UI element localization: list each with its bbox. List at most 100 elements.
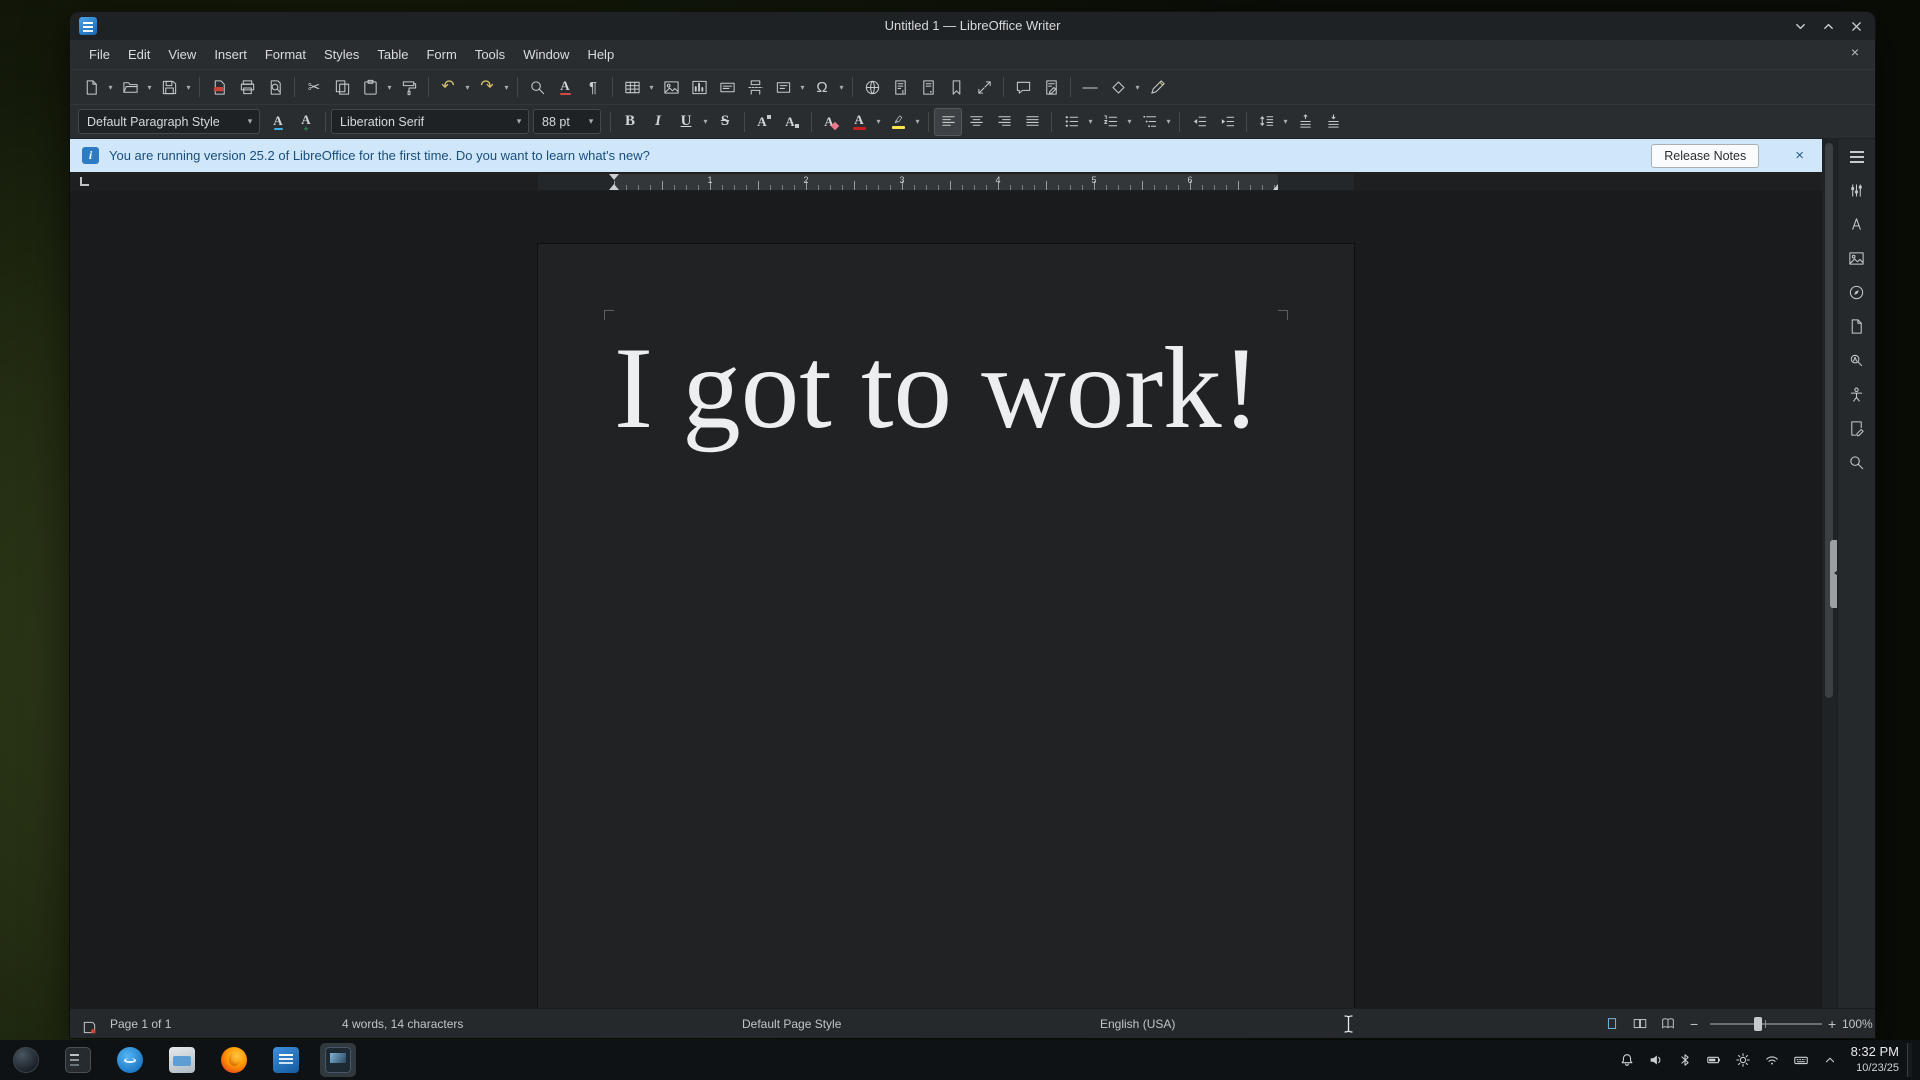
tab-stop-selector-icon[interactable]: [80, 177, 89, 186]
paste-button[interactable]: ▾: [356, 73, 395, 101]
multi-page-view-button[interactable]: [1628, 1013, 1652, 1035]
maximize-button[interactable]: [1815, 14, 1841, 38]
document-page[interactable]: I got to work!: [538, 244, 1354, 1008]
italic-button[interactable]: I: [644, 108, 672, 136]
book-view-button[interactable]: [1656, 1013, 1680, 1035]
sidebar-gallery-button[interactable]: [1842, 244, 1872, 273]
strikethrough-button[interactable]: S: [711, 108, 739, 136]
dropdown-arrow-icon[interactable]: ▾: [501, 73, 512, 101]
justify-button[interactable]: [1018, 108, 1046, 136]
brightness-tray-button[interactable]: [1732, 1049, 1754, 1071]
insert-footnote-button[interactable]: [886, 73, 914, 101]
increase-indent-button[interactable]: [1213, 108, 1241, 136]
status-word-count[interactable]: 4 words, 14 characters: [342, 1009, 463, 1038]
cut-button[interactable]: ✂: [300, 73, 328, 101]
subscript-button[interactable]: A: [778, 108, 806, 136]
copy-button[interactable]: [328, 73, 356, 101]
menu-edit[interactable]: Edit: [119, 43, 159, 66]
sidebar-navigator-button[interactable]: [1842, 278, 1872, 307]
titlebar[interactable]: Untitled 1 — LibreOffice Writer: [70, 12, 1875, 40]
status-page-number[interactable]: Page 1 of 1: [110, 1009, 171, 1038]
dropdown-arrow-icon[interactable]: ▾: [384, 73, 395, 101]
sidebar-accessibility-button[interactable]: [1842, 380, 1872, 409]
right-indent-marker[interactable]: [1273, 179, 1283, 190]
print-preview-button[interactable]: [261, 73, 289, 101]
show-draw-functions-button[interactable]: [1143, 73, 1171, 101]
volume-tray-button[interactable]: [1645, 1049, 1667, 1071]
dropdown-arrow-icon[interactable]: ▾: [646, 73, 657, 101]
dropdown-arrow-icon[interactable]: ▾: [462, 73, 473, 101]
dropdown-arrow-icon[interactable]: ▾: [582, 116, 600, 127]
menu-form[interactable]: Form: [417, 43, 465, 66]
sidebar-properties-button[interactable]: [1842, 176, 1872, 205]
new-style-button[interactable]: A+: [292, 108, 320, 136]
network-tray-button[interactable]: [1761, 1049, 1783, 1071]
align-left-button[interactable]: [934, 108, 962, 136]
menu-format[interactable]: Format: [256, 43, 315, 66]
taskbar-firefox-button[interactable]: [216, 1043, 252, 1077]
find-replace-button[interactable]: [523, 73, 551, 101]
vertical-scrollbar[interactable]: [1822, 139, 1837, 1008]
decrease-indent-button[interactable]: [1185, 108, 1213, 136]
dropdown-arrow-icon[interactable]: ▾: [1085, 108, 1096, 136]
font-size-select[interactable]: 88 pt▾: [533, 109, 601, 134]
print-button[interactable]: [233, 73, 261, 101]
save-button[interactable]: ▾: [155, 73, 194, 101]
bold-button[interactable]: B: [616, 108, 644, 136]
taskbar-discover-button[interactable]: [112, 1043, 148, 1077]
insert-bookmark-button[interactable]: [942, 73, 970, 101]
undo-button[interactable]: ↶▾: [434, 73, 473, 101]
sidebar-style-inspector-button[interactable]: [1842, 346, 1872, 375]
dropdown-arrow-icon[interactable]: ▾: [241, 116, 259, 127]
sidebar-manage-changes-button[interactable]: [1842, 414, 1872, 443]
bluetooth-tray-button[interactable]: [1674, 1049, 1696, 1071]
redo-button[interactable]: ↷▾: [473, 73, 512, 101]
formatting-marks-button[interactable]: ¶: [579, 73, 607, 101]
font-color-button[interactable]: A▾: [845, 108, 884, 136]
taskbar-active-window-button[interactable]: [320, 1043, 356, 1077]
battery-tray-button[interactable]: [1703, 1049, 1725, 1071]
zoom-in-button[interactable]: +: [1828, 1009, 1836, 1038]
special-character-button[interactable]: Ω▾: [808, 73, 847, 101]
insert-table-button[interactable]: ▾: [618, 73, 657, 101]
clock[interactable]: 8:32 PM 10/23/25: [1851, 1044, 1899, 1075]
insert-textbox-button[interactable]: [713, 73, 741, 101]
dropdown-arrow-icon[interactable]: ▾: [836, 73, 847, 101]
sidebar-page-button[interactable]: [1842, 312, 1872, 341]
menu-tools[interactable]: Tools: [466, 43, 514, 66]
insert-endnote-button[interactable]: [914, 73, 942, 101]
menu-table[interactable]: Table: [368, 43, 417, 66]
underline-button[interactable]: U▾: [672, 108, 711, 136]
horizontal-ruler[interactable]: 1 2 3 4 5 6 7: [538, 174, 1354, 190]
show-desktop-button[interactable]: [1907, 1043, 1912, 1077]
spelling-button[interactable]: A: [551, 73, 579, 101]
close-button[interactable]: [1843, 14, 1869, 38]
increase-paragraph-spacing-button[interactable]: [1291, 108, 1319, 136]
insert-hyperlink-button[interactable]: [858, 73, 886, 101]
insert-chart-button[interactable]: [685, 73, 713, 101]
menu-file[interactable]: File: [80, 43, 119, 66]
open-button[interactable]: ▾: [116, 73, 155, 101]
menu-window[interactable]: Window: [514, 43, 578, 66]
dropdown-arrow-icon[interactable]: ▾: [183, 73, 194, 101]
dropdown-arrow-icon[interactable]: ▾: [1132, 73, 1143, 101]
insert-image-button[interactable]: [657, 73, 685, 101]
zoom-out-button[interactable]: −: [1690, 1009, 1698, 1038]
keyboard-tray-button[interactable]: [1790, 1049, 1812, 1071]
zoom-slider-handle[interactable]: [1754, 1017, 1762, 1031]
insert-page-break-button[interactable]: [741, 73, 769, 101]
sidebar-toggle-handle[interactable]: [1830, 540, 1837, 608]
dropdown-arrow-icon[interactable]: ▾: [1163, 108, 1174, 136]
taskbar-terminal-button[interactable]: [60, 1043, 96, 1077]
close-document-button[interactable]: ×: [1845, 44, 1865, 60]
sidebar-settings-button[interactable]: [1842, 142, 1872, 171]
horizontal-line-button[interactable]: —: [1076, 73, 1104, 101]
line-spacing-button[interactable]: ▾: [1252, 108, 1291, 136]
highlight-color-button[interactable]: ▾: [884, 108, 923, 136]
basic-shapes-button[interactable]: ▾: [1104, 73, 1143, 101]
dropdown-arrow-icon[interactable]: ▾: [700, 108, 711, 136]
document-text[interactable]: I got to work!: [614, 318, 1278, 461]
scrollbar-thumb[interactable]: [1825, 143, 1833, 698]
notifications-tray-button[interactable]: [1616, 1049, 1638, 1071]
insert-field-button[interactable]: ▾: [769, 73, 808, 101]
